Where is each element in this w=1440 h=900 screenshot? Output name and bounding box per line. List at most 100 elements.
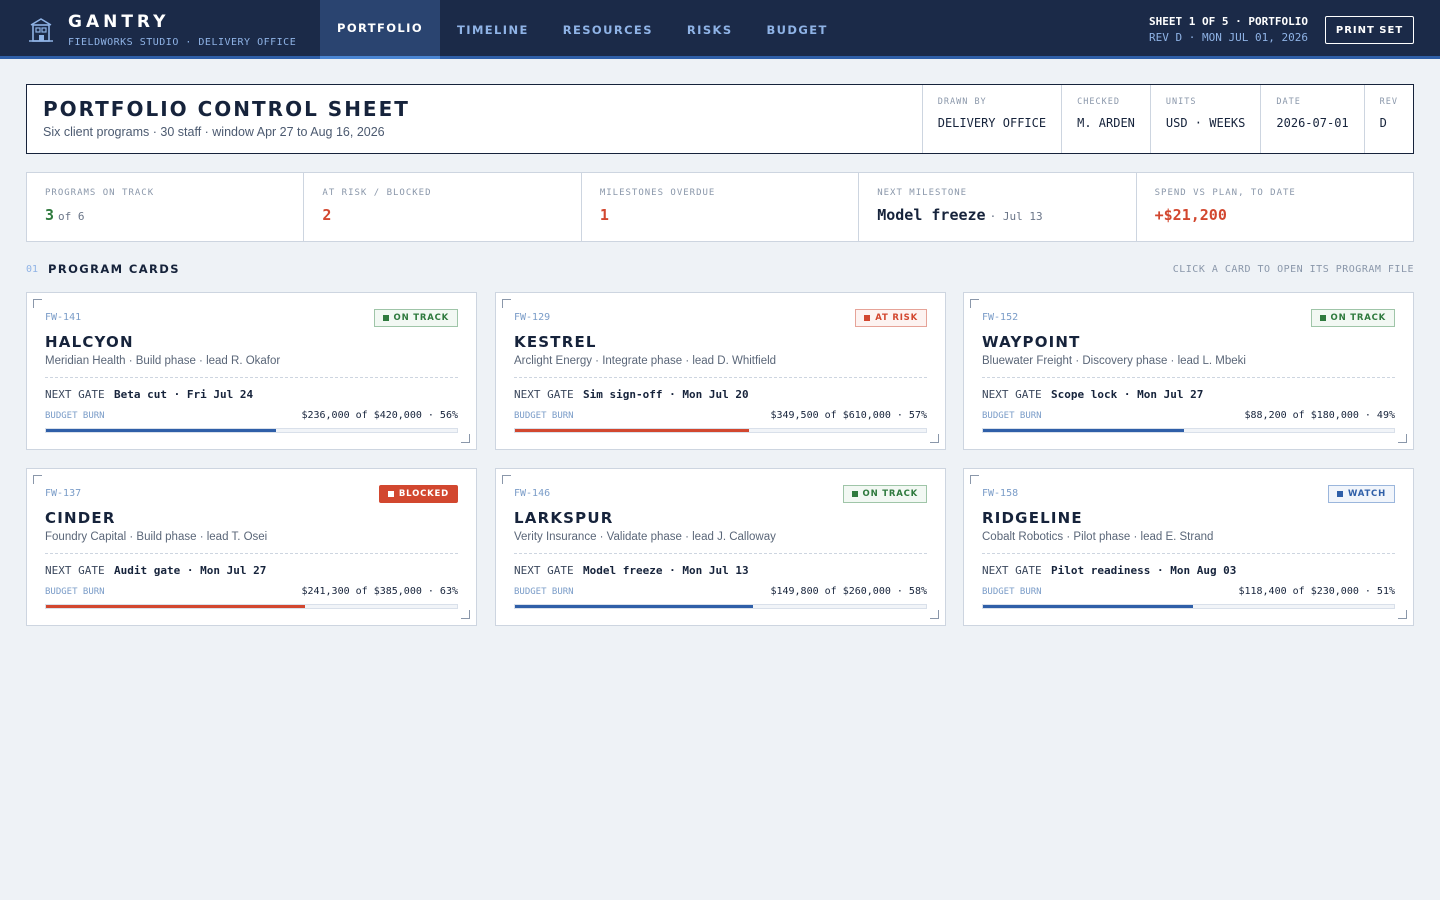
budget-burn-value: $118,400 of $230,000 · 51% (1238, 586, 1395, 597)
corner-mark (970, 299, 979, 308)
program-meta: Bluewater Freight · Discovery phase · le… (982, 355, 1246, 367)
program-code: FW-146 (514, 488, 551, 499)
tab-budget[interactable]: BUDGET (750, 0, 845, 59)
next-gate-value: Pilot readiness · Mon Aug 03 (1051, 564, 1237, 577)
status-dot-icon (851, 491, 858, 497)
status-badge: ON TRACK (842, 485, 927, 503)
status-label: BLOCKED (398, 489, 449, 499)
program-code: FW-158 (982, 488, 1019, 499)
top-bar: GANTRY FIELDWORKS STUDIO · DELIVERY OFFI… (0, 0, 1440, 59)
program-card[interactable]: FW-158 WATCH RIDGELINE Cobalt Robotics · Pi… (963, 468, 1414, 626)
drawn-by-cell: DRAWN BY DELIVERY OFFICE (921, 85, 1061, 153)
budget-burn-fill (515, 605, 754, 608)
status-badge: AT RISK (855, 309, 927, 327)
divider (982, 553, 1395, 554)
program-meta: Cobalt Robotics · Pilot phase · lead E. … (982, 531, 1214, 543)
kpi-at-risk: AT RISK / BLOCKED 2 (303, 173, 580, 241)
next-gate-value: Model freeze · Mon Jul 13 (583, 564, 749, 577)
kpi-spend-value: +$21,200 (1154, 206, 1227, 224)
budget-burn-value: $236,000 of $420,000 · 56% (301, 410, 458, 421)
status-dot-icon (1336, 491, 1343, 497)
status-dot-icon (387, 491, 394, 497)
budget-burn-bar (514, 428, 927, 433)
next-gate-label: NEXT GATE (514, 388, 574, 401)
page-subtitle: Six client programs · 30 staff · window … (43, 125, 385, 139)
corner-mark (33, 299, 42, 308)
tab-portfolio[interactable]: PORTFOLIO (320, 0, 441, 59)
program-code: FW-129 (514, 312, 551, 323)
section-hint: CLICK A CARD TO OPEN ITS PROGRAM FILE (1172, 264, 1414, 275)
program-name: LARKSPUR (514, 509, 614, 527)
kpi-on-track: PROGRAMS ON TRACK 3 of 6 (45, 188, 155, 224)
budget-burn-bar (45, 604, 458, 609)
next-gate-label: NEXT GATE (514, 564, 574, 577)
divider (45, 377, 458, 378)
corner-mark (502, 299, 511, 308)
budget-burn-label: BUDGET BURN (982, 587, 1042, 597)
divider (514, 377, 927, 378)
budget-burn-value: $241,300 of $385,000 · 63% (301, 586, 458, 597)
kpi-at-risk-value: 2 (322, 206, 332, 224)
program-card[interactable]: FW-129 AT RISK KESTREL Arclight Energy · In… (495, 292, 946, 450)
divider (514, 553, 927, 554)
title-block: PORTFOLIO CONTROL SHEET Six client progr… (26, 84, 1414, 154)
program-meta: Arclight Energy · Integrate phase · lead… (514, 355, 777, 367)
status-dot-icon (1319, 315, 1326, 321)
program-code: FW-137 (45, 488, 82, 499)
budget-burn-value: $349,500 of $610,000 · 57% (770, 410, 927, 421)
budget-burn-label: BUDGET BURN (45, 411, 105, 421)
status-badge: BLOCKED (378, 485, 458, 503)
budget-burn-bar (514, 604, 927, 609)
corner-mark (461, 434, 470, 443)
status-label: WATCH (1347, 489, 1386, 499)
kpi-overdue: MILESTONES OVERDUE 1 (580, 173, 858, 241)
budget-burn-fill (46, 429, 277, 432)
kpi-strip: PROGRAMS ON TRACK 3 of 6 AT RISK / BLOCKE… (26, 172, 1414, 242)
program-meta: Verity Insurance · Validate phase · lead… (514, 531, 776, 543)
date-cell: DATE 2026-07-01 (1260, 85, 1363, 153)
status-label: AT RISK (875, 313, 918, 323)
program-name: RIDGELINE (982, 509, 1083, 527)
corner-mark (1398, 610, 1407, 619)
checked-cell: CHECKED M. ARDEN (1061, 85, 1150, 153)
tab-risks[interactable]: RISKS (670, 0, 750, 59)
revision-date: REV D · MON JUL 01, 2026 (1149, 31, 1308, 44)
divider (45, 553, 458, 554)
section-title: PROGRAM CARDS (48, 262, 180, 276)
next-gate-value: Scope lock · Mon Jul 27 (1051, 388, 1204, 401)
next-gate-value: Audit gate · Mon Jul 27 (114, 564, 267, 577)
print-set-button[interactable]: PRINT SET (1325, 16, 1414, 44)
units-value: USD · WEEKS (1165, 116, 1246, 130)
corner-mark (970, 475, 979, 484)
rev-cell: REV D (1363, 85, 1413, 153)
program-name: HALCYON (45, 333, 134, 351)
kpi-next-milestone: NEXT MILESTONE Model freeze · Jul 13 (858, 173, 1135, 241)
program-card[interactable]: FW-146 ON TRACK LARKSPUR Verity Insurance ·… (495, 468, 946, 626)
program-card[interactable]: FW-141 ON TRACK HALCYON Meridian Health · B… (26, 292, 477, 450)
kpi-on-track-total: of 6 (58, 210, 85, 223)
tab-timeline[interactable]: TIMELINE (440, 0, 546, 59)
program-code: FW-141 (45, 312, 82, 323)
divider (982, 377, 1395, 378)
next-gate-value: Sim sign-off · Mon Jul 20 (583, 388, 749, 401)
kpi-next-milestone-date: · Jul 13 (989, 210, 1043, 223)
next-gate-label: NEXT GATE (45, 564, 105, 577)
status-badge: ON TRACK (1310, 309, 1395, 327)
budget-burn-label: BUDGET BURN (982, 411, 1042, 421)
program-card[interactable]: FW-152 ON TRACK WAYPOINT Bluewater Freight … (963, 292, 1414, 450)
tab-resources[interactable]: RESOURCES (546, 0, 670, 59)
next-gate-value: Beta cut · Fri Jul 24 (114, 388, 254, 401)
budget-burn-label: BUDGET BURN (45, 587, 105, 597)
main-nav: PORTFOLIO TIMELINE RESOURCES RISKS BUDGE… (320, 0, 845, 59)
program-card[interactable]: FW-137 BLOCKED CINDER Foundry Capital · Bui… (26, 468, 477, 626)
program-code: FW-152 (982, 312, 1019, 323)
program-name: KESTREL (514, 333, 597, 351)
budget-burn-value: $149,800 of $260,000 · 58% (770, 586, 927, 597)
kpi-on-track-value: 3 (45, 206, 55, 224)
program-meta: Meridian Health · Build phase · lead R. … (45, 355, 281, 367)
next-gate-label: NEXT GATE (982, 564, 1042, 577)
drawn-by-value: DELIVERY OFFICE (937, 116, 1047, 130)
checked-value: M. ARDEN (1077, 116, 1135, 130)
building-icon (28, 16, 54, 44)
budget-burn-bar (982, 428, 1395, 433)
